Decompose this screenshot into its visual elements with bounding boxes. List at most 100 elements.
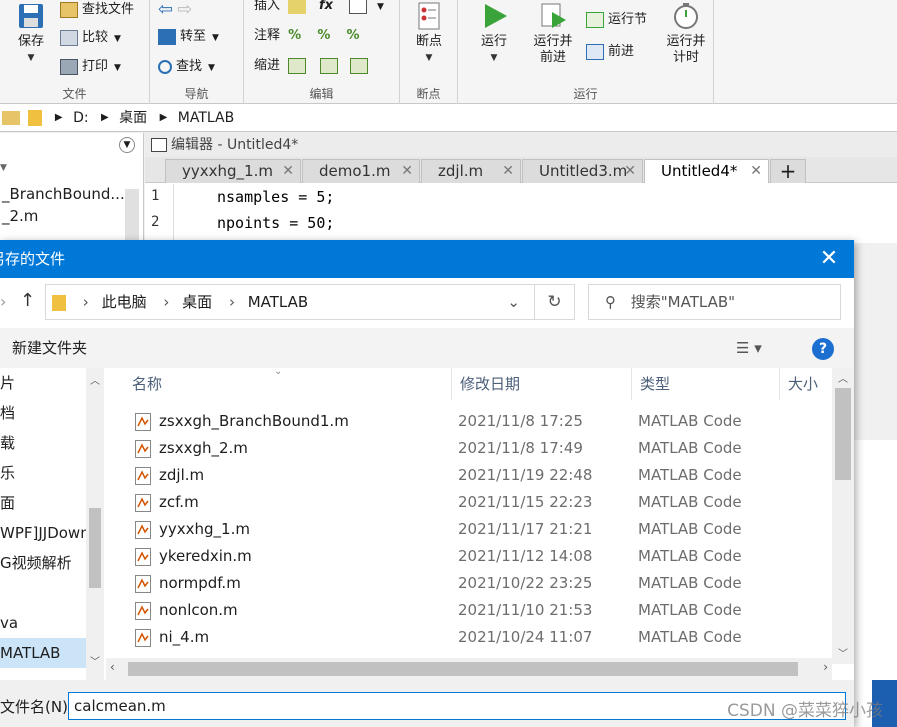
document-icon bbox=[349, 0, 367, 14]
save-button[interactable]: 保存 ▼ bbox=[10, 0, 52, 66]
nav-item[interactable]: 载 bbox=[0, 428, 86, 458]
run-time-button[interactable]: 运行并 计时 bbox=[662, 0, 710, 66]
code-line[interactable]: nsamples = 5; bbox=[217, 188, 334, 206]
find-button[interactable]: 查找 ▼ bbox=[158, 57, 215, 77]
column-name[interactable]: 名称 ⌄ bbox=[124, 366, 452, 400]
current-folder-address-bar[interactable]: ▶ D: ▶ 桌面 ▶ MATLAB bbox=[0, 104, 897, 132]
close-icon[interactable]: ✕ bbox=[750, 160, 762, 182]
tab-demo1[interactable]: demo1.m ✕ bbox=[302, 159, 420, 183]
print-button[interactable]: 打印 ▼ bbox=[60, 57, 121, 77]
column-type[interactable]: 类型 bbox=[632, 368, 780, 400]
table-row[interactable]: nonlcon.m 2021/11/10 21:53 MATLAB Code bbox=[106, 597, 832, 624]
nav-item[interactable]: 档 bbox=[0, 398, 86, 428]
scroll-down-icon[interactable]: ﹀ bbox=[832, 645, 854, 660]
breakpoints-button[interactable]: 断点 ▼ bbox=[408, 0, 450, 66]
scroll-right-icon[interactable]: › bbox=[823, 660, 828, 674]
editor-title: 编辑器 - Untitled4* bbox=[171, 137, 299, 153]
table-row[interactable]: zsxxgh_2.m 2021/11/8 17:49 MATLAB Code bbox=[106, 435, 832, 462]
table-row[interactable]: normpdf.m 2021/10/22 23:25 MATLAB Code bbox=[106, 570, 832, 597]
table-row[interactable]: zdjl.m 2021/11/19 22:48 MATLAB Code bbox=[106, 462, 832, 489]
back-arrow-icon[interactable]: › bbox=[0, 292, 6, 311]
nav-item[interactable] bbox=[0, 578, 86, 608]
close-icon[interactable]: ✕ bbox=[401, 160, 413, 182]
back-forward-buttons[interactable]: ⇦ ⇨ bbox=[158, 0, 192, 20]
panel-collapse-arrow-icon[interactable]: ▼ bbox=[0, 163, 7, 173]
advance-button[interactable]: 前进 bbox=[586, 42, 634, 62]
file-list-horizontal-scrollbar[interactable]: ‹ › bbox=[106, 658, 832, 680]
file-type: MATLAB Code bbox=[638, 601, 742, 619]
address-matlab[interactable]: MATLAB bbox=[178, 104, 234, 132]
scroll-up-icon[interactable]: ︿ bbox=[832, 370, 854, 385]
panel-scrollbar[interactable] bbox=[125, 189, 139, 243]
path-breadcrumb[interactable]: › 此电脑 › 桌面 › MATLAB ⌄ ↻ bbox=[45, 284, 575, 320]
matlab-file-icon bbox=[135, 467, 151, 485]
goto-button[interactable]: 转至 ▼ bbox=[158, 27, 219, 47]
panel-menu-icon[interactable]: ▼ bbox=[119, 137, 135, 153]
fx-button[interactable]: fx bbox=[319, 0, 333, 16]
run-button[interactable]: 运行 ▼ bbox=[472, 0, 516, 66]
up-arrow-icon[interactable]: ↑ bbox=[20, 290, 35, 311]
insert-button[interactable]: 插入 bbox=[254, 0, 310, 16]
breadcrumb-matlab[interactable]: MATLAB bbox=[248, 293, 308, 311]
nav-item[interactable]: 面 bbox=[0, 488, 86, 518]
tab-zdjl[interactable]: zdjl.m ✕ bbox=[421, 159, 521, 183]
breadcrumb-pc[interactable]: 此电脑 bbox=[102, 293, 147, 311]
close-icon[interactable]: ✕ bbox=[502, 160, 514, 182]
chevron-down-icon: ▼ bbox=[377, 2, 384, 12]
address-desktop[interactable]: 桌面 bbox=[119, 104, 147, 132]
folder-up-icon[interactable] bbox=[2, 111, 20, 125]
navigate-section: ⇦ ⇨ 转至 ▼ 查找 ▼ 导航 bbox=[150, 0, 244, 104]
file-name: ykeredxin.m bbox=[159, 547, 252, 565]
run-section-button[interactable]: 运行节 bbox=[586, 10, 647, 30]
table-row[interactable]: ykeredxin.m 2021/11/12 14:08 MATLAB Code bbox=[106, 543, 832, 570]
nav-scrollbar[interactable]: ︿ ﹀ bbox=[86, 368, 104, 680]
nav-item[interactable]: 片 bbox=[0, 368, 86, 398]
code-area[interactable]: 1 nsamples = 5; 2 npoints = 50; bbox=[145, 184, 897, 244]
nav-scroll-thumb[interactable] bbox=[89, 508, 101, 588]
column-size[interactable]: 大小 bbox=[780, 368, 832, 400]
find-files-button[interactable]: 查找文件 bbox=[60, 0, 134, 20]
horizontal-scroll-thumb[interactable] bbox=[128, 662, 798, 676]
list-item[interactable]: _BranchBound... bbox=[2, 185, 125, 203]
scroll-left-icon[interactable]: ‹ bbox=[110, 660, 115, 674]
search-input[interactable]: ⚲ 搜索"MATLAB" bbox=[588, 284, 841, 320]
line-number: 2 bbox=[151, 214, 160, 230]
column-date[interactable]: 修改日期 bbox=[452, 368, 632, 400]
run-advance-button[interactable]: 运行并 前进 bbox=[528, 0, 578, 66]
scroll-thumb[interactable] bbox=[835, 388, 851, 480]
close-button[interactable]: ✕ bbox=[814, 240, 844, 278]
address-drive[interactable]: D: bbox=[73, 104, 89, 132]
nav-item-matlab[interactable]: MATLAB bbox=[0, 638, 86, 668]
list-item[interactable]: _2.m bbox=[2, 207, 38, 225]
file-list-vertical-scrollbar[interactable]: ︿ ﹀ bbox=[832, 368, 854, 664]
nav-item[interactable]: WPF]JJDown bbox=[0, 518, 86, 548]
close-icon[interactable]: ✕ bbox=[624, 160, 636, 182]
close-icon[interactable]: ✕ bbox=[282, 160, 294, 182]
scroll-down-icon[interactable]: ﹀ bbox=[86, 653, 104, 668]
table-row[interactable]: yyxxhg_1.m 2021/11/17 21:21 MATLAB Code bbox=[106, 516, 832, 543]
dialog-navigation-bar: › ↑ › 此电脑 › 桌面 › MATLAB ⌄ ↻ ⚲ 搜索"MATLAB" bbox=[0, 278, 854, 328]
tab-untitled3[interactable]: Untitled3.m ✕ bbox=[522, 159, 643, 183]
comment-button[interactable]: 注释 % % % bbox=[254, 26, 360, 46]
save-label: 保存 bbox=[17, 34, 44, 49]
tab-untitled4[interactable]: Untitled4* ✕ bbox=[644, 159, 769, 183]
code-line[interactable]: npoints = 50; bbox=[217, 214, 334, 232]
nav-item[interactable]: G视频解析 bbox=[0, 548, 86, 578]
help-icon[interactable]: ? bbox=[812, 338, 834, 360]
compare-button[interactable]: 比较 ▼ bbox=[60, 28, 121, 48]
refresh-icon[interactable]: ↻ bbox=[534, 285, 574, 319]
nav-item[interactable]: va bbox=[0, 608, 86, 638]
view-options-icon[interactable]: ☰ ▾ bbox=[736, 328, 762, 368]
scroll-up-icon[interactable]: ︿ bbox=[86, 372, 104, 387]
nav-item[interactable]: 乐 bbox=[0, 458, 86, 488]
indent-button[interactable]: 缩进 bbox=[254, 56, 372, 76]
new-tab-button[interactable]: + bbox=[770, 159, 806, 183]
table-row[interactable]: zsxxgh_BranchBound1.m 2021/11/8 17:25 MATL… bbox=[106, 408, 832, 435]
new-folder-button[interactable]: 新建文件夹 bbox=[12, 328, 87, 368]
breadcrumb-desktop[interactable]: 桌面 bbox=[182, 293, 212, 311]
insert-extra-button[interactable]: ▼ bbox=[349, 0, 384, 16]
tab-yyxxhg-1[interactable]: yyxxhg_1.m ✕ bbox=[165, 159, 301, 183]
chevron-down-icon[interactable]: ⌄ bbox=[507, 285, 520, 319]
table-row[interactable]: ni_4.m 2021/10/24 11:07 MATLAB Code bbox=[106, 624, 832, 651]
table-row[interactable]: zcf.m 2021/11/15 22:23 MATLAB Code bbox=[106, 489, 832, 516]
